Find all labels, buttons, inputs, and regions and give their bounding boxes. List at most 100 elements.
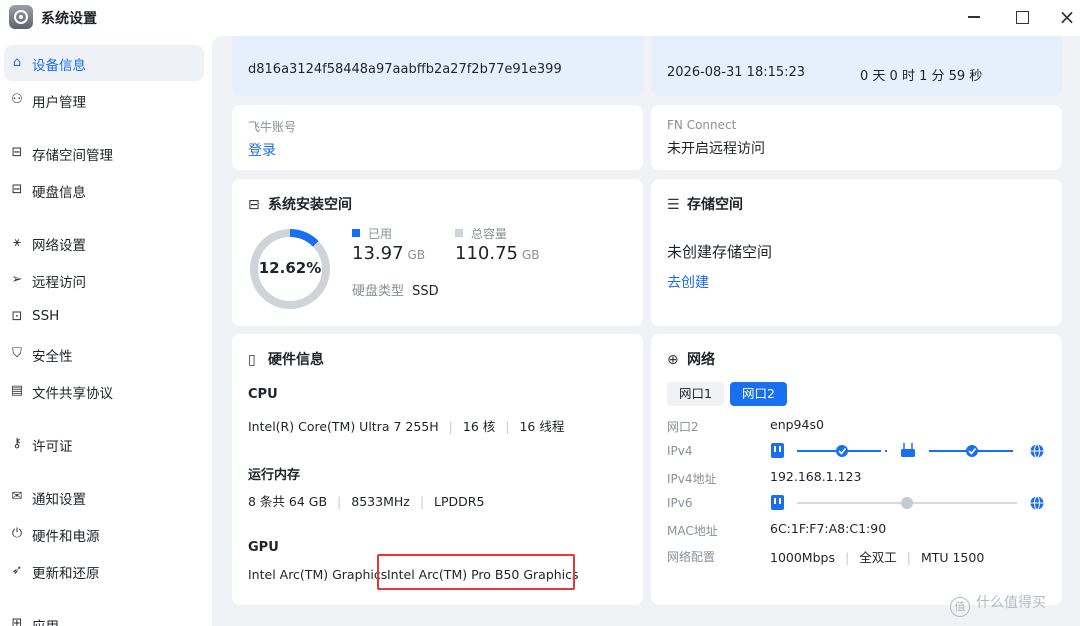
system-space-title: ⊟ 系统安装空间 — [248, 194, 352, 214]
system-datetime: 2026-08-31 18:15:23 — [667, 65, 806, 80]
hardware-title: ▯ 硬件信息 — [248, 349, 324, 369]
sidebar-item-label: SSH — [32, 308, 60, 324]
used-legend: 已用 — [352, 225, 392, 242]
sidebar-item-label: 存储空间管理 — [32, 148, 113, 164]
cpu-threads: 16 线程 — [519, 419, 565, 434]
sidebar-item-label: 远程访问 — [32, 275, 86, 291]
ram-speed: 8533MHz — [351, 494, 410, 509]
storage-title: ☰ 存储空间 — [667, 194, 743, 214]
watermark: 值什么值得买 — [950, 592, 1046, 617]
mtu: MTU 1500 — [920, 550, 985, 565]
device-id-card: d816a3124f58448a97aabffb2a27f2b77e91e399 — [232, 36, 643, 96]
cpu-info: Intel(R) Core(TM) Ultra 7 255H | 16 核 | 16 线… — [248, 419, 565, 434]
sidebar-item-label: 网络设置 — [32, 238, 86, 254]
ipv4-topology — [771, 443, 1044, 458]
ipv6-status-dot — [901, 497, 913, 509]
disk-type-value: SSD — [412, 284, 439, 299]
tab-port-1[interactable]: 网口1 — [667, 382, 724, 406]
sidebar-item-file-sharing[interactable]: ▤ 文件共享协议 — [4, 373, 204, 409]
system-space-card: ⊟ 系统安装空间 12.62% 已用 13.97 GB 总容量 110.75 GB 硬… — [232, 179, 643, 326]
storage-title-text: 存储空间 — [687, 197, 743, 213]
sidebar-item-ssh[interactable]: ⊡ SSH — [4, 299, 204, 335]
app-icon: ⊞ — [11, 616, 23, 626]
sidebar-item-label: 用户管理 — [32, 95, 86, 111]
cpu-label: CPU — [248, 387, 278, 402]
storage-icon: ⊟ — [11, 145, 23, 160]
minimize-button[interactable] — [962, 6, 986, 28]
sidebar-item-label: 通知设置 — [32, 492, 86, 508]
device-icon: ⌂ — [12, 55, 22, 70]
key-icon: ⚷ — [12, 436, 22, 451]
system-uptime: 0 天 0 时 1 分 59 秒 — [860, 69, 983, 84]
user-icon: ⚇ — [11, 92, 23, 107]
sidebar-item-storage[interactable]: ⊟ 存储空间管理 — [4, 135, 204, 171]
network-title-text: 网络 — [687, 352, 715, 368]
duplex-mode: 全双工 — [859, 550, 897, 565]
create-storage-link[interactable]: 去创建 — [667, 272, 709, 292]
sidebar-item-security[interactable]: ⛉ 安全性 — [4, 336, 204, 372]
sidebar-item-apps[interactable]: ⊞ 应用 — [4, 606, 204, 626]
mail-icon: ✉ — [11, 489, 23, 504]
used-unit: GB — [407, 248, 426, 262]
used-legend-swatch — [352, 229, 360, 237]
chip-icon: ▯ — [248, 352, 256, 368]
total-unit: GB — [521, 248, 540, 262]
maximize-button[interactable] — [1009, 6, 1033, 28]
sidebar-item-label: 许可证 — [32, 439, 73, 455]
used-value: 13.97 — [352, 243, 404, 264]
total-legend-swatch — [455, 229, 463, 237]
ram-type: LPDDR5 — [434, 494, 485, 509]
link-speed: 1000Mbps — [770, 550, 835, 565]
storage-card: ☰ 存储空间 未创建存储空间 去创建 — [651, 179, 1062, 326]
total-legend: 总容量 — [455, 225, 507, 242]
shield-icon: ⛉ — [12, 346, 22, 361]
sidebar-item-label: 更新和还原 — [32, 566, 100, 582]
account-card: 飞牛账号 登录 — [232, 105, 643, 170]
sidebar-item-network[interactable]: ⚹ 网络设置 — [4, 225, 204, 261]
ipv4-addr-label: IPv4地址 — [667, 472, 717, 486]
device-id: d816a3124f58448a97aabffb2a27f2b77e91e399 — [248, 62, 562, 77]
usage-percent: 12.62% — [258, 259, 322, 277]
sidebar-item-hardware-power[interactable]: ⏻ 硬件和电源 — [4, 516, 204, 552]
sidebar-item-label: 安全性 — [32, 349, 73, 365]
used-amount: 13.97 GB — [352, 243, 425, 264]
watermark-logo: 值 — [950, 597, 970, 617]
login-link[interactable]: 登录 — [248, 140, 276, 160]
ipv4-label: IPv4 — [667, 444, 693, 458]
sidebar-item-remote-access[interactable]: ➢ 远程访问 — [4, 262, 204, 298]
sidebar-item-label: 硬件和电源 — [32, 529, 100, 545]
mac-label: MAC地址 — [667, 524, 718, 538]
total-label: 总容量 — [471, 227, 508, 241]
disk-type-label: 硬盘类型 — [352, 284, 405, 299]
sidebar-item-disk[interactable]: ⊟ 硬盘信息 — [4, 172, 204, 208]
storage-status: 未创建存储空间 — [667, 243, 773, 261]
nic-icon — [771, 495, 784, 510]
total-amount: 110.75 GB — [455, 243, 540, 264]
config-info: 1000Mbps | 全双工 | MTU 1500 — [770, 550, 985, 565]
network-title: ⊕ 网络 — [667, 349, 715, 369]
close-button[interactable]: × — [1055, 6, 1079, 28]
document-icon: ▤ — [10, 383, 24, 398]
ipv6-label: IPv6 — [667, 496, 693, 510]
title-bar: 系统设置 × — [0, 0, 1080, 36]
account-label: 飞牛账号 — [248, 120, 297, 134]
terminal-icon: ⊡ — [11, 309, 23, 324]
ram-label: 运行内存 — [248, 468, 301, 483]
sidebar-item-license[interactable]: ⚷ 许可证 — [4, 426, 204, 462]
sidebar-item-users[interactable]: ⚇ 用户管理 — [4, 82, 204, 118]
ipv4-addr-value: 192.168.1.123 — [770, 469, 862, 484]
gpu-label: GPU — [248, 540, 279, 555]
sidebar-item-label: 设备信息 — [32, 58, 86, 74]
sidebar-item-update[interactable]: ➶ 更新和还原 — [4, 553, 204, 589]
port-label: 网口2 — [667, 420, 699, 434]
sidebar-item-device-info[interactable]: ⌂ 设备信息 — [4, 45, 204, 81]
sidebar-item-notifications[interactable]: ✉ 通知设置 — [4, 479, 204, 515]
tab-port-2[interactable]: 网口2 — [730, 382, 787, 406]
ipv6-topology — [771, 495, 1044, 510]
sidebar-item-label: 应用 — [32, 615, 59, 626]
network-card: ⊕ 网络 网口1 网口2 网口2 enp94s0 IPv4 IPv4地址 192.… — [651, 334, 1062, 605]
ipv4-check-2 — [966, 445, 978, 457]
ram-size: 8 条共 64 GB — [248, 494, 328, 509]
watermark-text: 什么值得买 — [976, 595, 1046, 611]
rocket-icon: ➶ — [11, 563, 23, 578]
